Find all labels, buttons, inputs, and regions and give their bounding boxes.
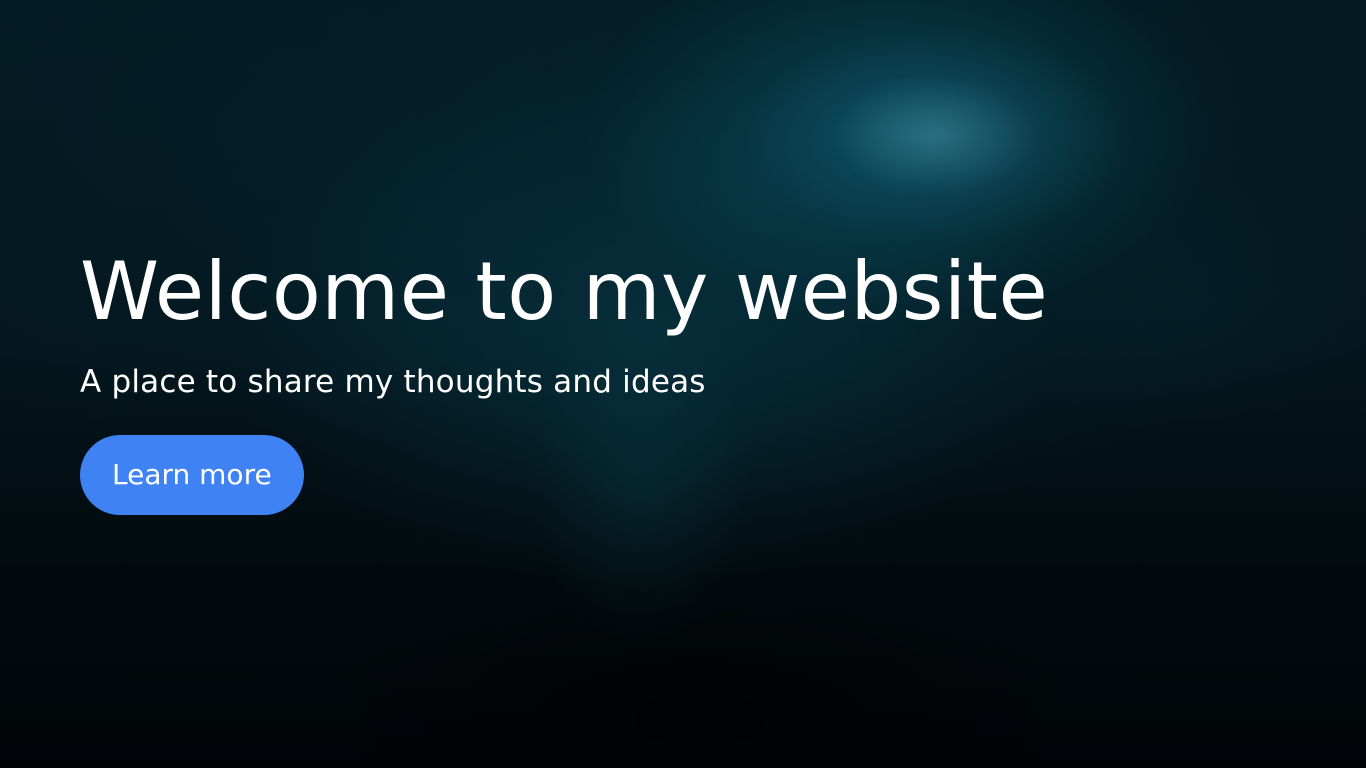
learn-more-button[interactable]: Learn more — [80, 435, 304, 515]
hero-title: Welcome to my website — [80, 245, 1049, 338]
hero-section: Welcome to my website A place to share m… — [0, 0, 1366, 768]
hero-subtitle: A place to share my thoughts and ideas — [80, 364, 706, 400]
hero-content: Welcome to my website A place to share m… — [80, 240, 1300, 515]
